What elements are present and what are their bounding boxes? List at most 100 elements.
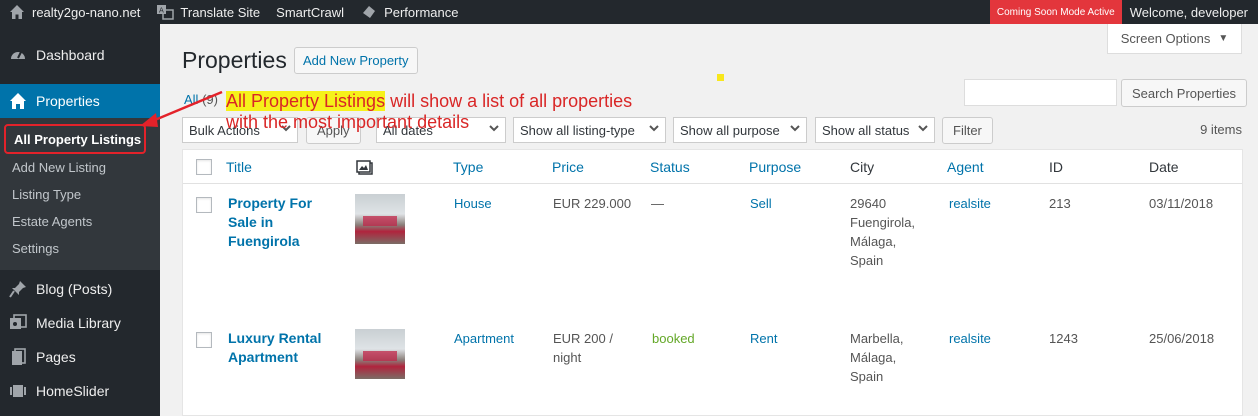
annotation-line-1: All Property Listings will show a list o…	[226, 91, 632, 112]
menu-media-label: Media Library	[36, 315, 121, 331]
table-row: Property For Sale in Fuengirola House EU…	[183, 185, 1242, 320]
price-cell: EUR 200 / night	[553, 329, 613, 367]
column-id: ID	[1049, 159, 1063, 175]
menu-homeslider[interactable]: HomeSlider	[0, 374, 160, 408]
page-title: Properties	[182, 47, 287, 73]
submenu-add-new-listing[interactable]: Add New Listing	[0, 154, 160, 181]
performance-link[interactable]: Performance	[352, 0, 466, 24]
performance-icon	[360, 4, 378, 20]
submenu-settings[interactable]: Settings	[0, 235, 160, 262]
status-booked: booked	[652, 331, 695, 346]
purpose-select[interactable]: Show all purpose	[673, 117, 807, 143]
main-content: Screen Options ▼ Properties Add New Prop…	[160, 24, 1258, 416]
id-cell: 213	[1049, 196, 1071, 211]
status-value: Show all status	[822, 122, 910, 138]
date-cell: 25/06/2018	[1149, 331, 1215, 346]
menu-media-library[interactable]: Media Library	[0, 306, 160, 340]
items-count: 9 items	[1200, 122, 1242, 137]
smartcrawl-link[interactable]: SmartCrawl	[268, 0, 352, 24]
coming-soon-badge[interactable]: Coming Soon Mode Active	[989, 0, 1122, 24]
translate-icon: A	[156, 4, 175, 20]
menu-homeslider-label: HomeSlider	[36, 383, 110, 399]
screen-options-button[interactable]: Screen Options ▼	[1107, 24, 1242, 54]
search-input[interactable]	[964, 79, 1117, 106]
submenu-listing-type[interactable]: Listing Type	[0, 181, 160, 208]
annotation-callout: All Property Listings will show a list o…	[226, 91, 632, 133]
property-thumbnail[interactable]	[355, 329, 405, 379]
chevron-down-icon	[649, 125, 659, 132]
city-line: Málaga,	[850, 350, 897, 365]
svg-text:A: A	[159, 7, 164, 15]
column-title[interactable]: Title	[226, 159, 252, 175]
city-line: Fuengirola,	[850, 215, 916, 230]
filter-button[interactable]: Filter	[942, 117, 993, 144]
submenu-all-property-listings[interactable]: All Property Listings	[4, 124, 146, 154]
menu-dashboard[interactable]: Dashboard	[0, 38, 160, 72]
site-name: realty2go-nano.net	[32, 4, 141, 20]
row-title-link[interactable]: Property For Sale in Fuengirola	[228, 194, 328, 251]
translate-site-link[interactable]: A Translate Site	[148, 0, 268, 24]
city-line: Málaga,	[850, 234, 897, 249]
title-line: Luxury Rental	[228, 330, 322, 346]
city-cell: 29640 Fuengirola, Málaga, Spain	[850, 194, 915, 270]
search-properties-button[interactable]: Search Properties	[1121, 79, 1248, 107]
annotation-line-1-rest: will show a list of all properties	[385, 91, 633, 111]
filter-all-count: (9)	[202, 92, 218, 107]
price-line: EUR 200 /	[553, 331, 613, 346]
admin-bar: realty2go-nano.net A Translate Site Smar…	[0, 0, 1258, 24]
price-line: night	[553, 350, 582, 365]
row-title-link[interactable]: Luxury Rental Apartment	[228, 329, 338, 367]
column-price[interactable]: Price	[552, 159, 584, 175]
city-line: Marbella,	[850, 331, 904, 346]
performance-label: Performance	[384, 4, 459, 20]
cursor-marker	[717, 74, 724, 81]
price-cell: EUR 229.000	[553, 194, 631, 213]
caret-down-icon: ▼	[1218, 33, 1229, 44]
menu-pages[interactable]: Pages	[0, 340, 160, 374]
home-icon	[8, 4, 26, 20]
agent-link[interactable]: realsite	[949, 194, 991, 213]
status-select[interactable]: Show all status	[815, 117, 935, 143]
type-link[interactable]: House	[454, 194, 492, 213]
column-type[interactable]: Type	[453, 159, 483, 175]
column-agent[interactable]: Agent	[947, 159, 984, 175]
purpose-link[interactable]: Rent	[750, 329, 777, 348]
type-link[interactable]: Apartment	[454, 329, 514, 348]
admin-sidebar: Dashboard Properties All Property Listin…	[0, 24, 160, 416]
status-filter-links: All (9)	[184, 92, 218, 107]
agent-link[interactable]: realsite	[949, 329, 991, 348]
translate-label: Translate Site	[180, 4, 261, 20]
column-purpose[interactable]: Purpose	[749, 159, 801, 175]
price-line: EUR 229.000	[553, 196, 632, 211]
filter-all-link[interactable]: All	[184, 92, 198, 107]
add-new-property-button[interactable]: Add New Property	[294, 47, 418, 74]
title-line: Sale in	[228, 214, 274, 230]
properties-table: Title Type Price Status Purpose City Age…	[182, 149, 1243, 416]
menu-properties-label: Properties	[36, 93, 100, 109]
site-name-link[interactable]: realty2go-nano.net	[0, 0, 148, 24]
chevron-down-icon	[790, 125, 800, 132]
menu-properties[interactable]: Properties	[0, 84, 160, 118]
welcome-user[interactable]: Welcome, developer	[1122, 0, 1258, 24]
row-checkbox[interactable]	[196, 332, 212, 348]
city-line: Spain	[850, 253, 884, 268]
select-all-checkbox[interactable]	[196, 159, 212, 175]
property-thumbnail[interactable]	[355, 194, 405, 244]
house-icon	[8, 91, 28, 111]
media-icon	[8, 313, 28, 333]
dashboard-icon	[8, 45, 28, 65]
table-header: Title Type Price Status Purpose City Age…	[183, 150, 1242, 184]
city-cell: Marbella, Málaga, Spain	[850, 329, 903, 386]
purpose-link[interactable]: Sell	[750, 194, 772, 213]
title-line: Fuengirola	[228, 233, 300, 249]
table-row: Luxury Rental Apartment Apartment EUR 20…	[183, 320, 1242, 415]
column-city: City	[850, 159, 875, 175]
submenu-estate-agents[interactable]: Estate Agents	[0, 208, 160, 235]
menu-pages-label: Pages	[36, 349, 76, 365]
column-status[interactable]: Status	[650, 159, 690, 175]
row-checkbox[interactable]	[196, 197, 212, 213]
id-cell: 1243	[1049, 331, 1078, 346]
annotation-highlight: All Property Listings	[226, 91, 386, 111]
menu-blog[interactable]: Blog (Posts)	[0, 272, 160, 306]
image-column-icon	[356, 160, 374, 179]
